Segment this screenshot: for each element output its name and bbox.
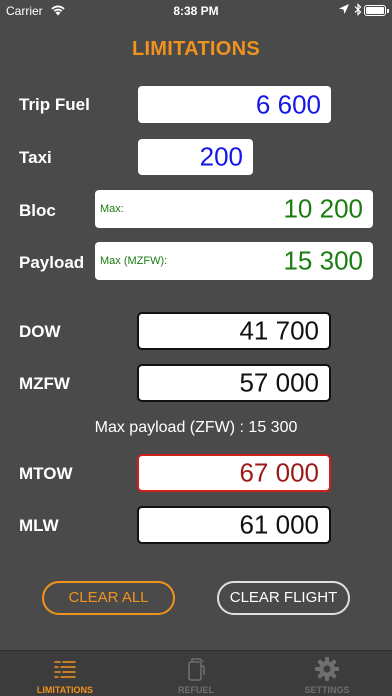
taxi-label: Taxi bbox=[19, 148, 52, 167]
bluetooth-icon bbox=[354, 3, 362, 16]
trip-fuel-value: 6 600 bbox=[255, 89, 321, 119]
clear-all-button[interactable]: CLEAR ALL bbox=[42, 581, 175, 615]
battery-icon bbox=[364, 5, 389, 16]
tab-limitations[interactable]: LIMITATIONS bbox=[0, 651, 130, 696]
mtow-value: 67 000 bbox=[239, 457, 319, 488]
tab-limitations-label: LIMITATIONS bbox=[36, 685, 94, 695]
bloc-field: Max: 10 200 bbox=[95, 190, 373, 228]
payload-field: Max (MZFW): 15 300 bbox=[95, 242, 373, 280]
bloc-label: Bloc bbox=[19, 201, 56, 220]
tab-settings-label: SETTINGS bbox=[304, 685, 350, 695]
mzfw-label: MZFW bbox=[19, 374, 70, 393]
bloc-max-label: Max: bbox=[100, 203, 124, 215]
taxi-value: 200 bbox=[199, 141, 243, 172]
payload-max-label: Max (MZFW): bbox=[100, 255, 168, 267]
mlw-field[interactable]: 61 000 bbox=[137, 506, 331, 544]
trip-fuel-label: Trip Fuel bbox=[19, 95, 90, 114]
tab-refuel[interactable]: REFUEL bbox=[131, 651, 261, 696]
mlw-value: 61 000 bbox=[239, 509, 319, 540]
mtow-label: MTOW bbox=[19, 464, 73, 483]
status-bar: Carrier 8:38 PM bbox=[0, 0, 392, 22]
mzfw-field[interactable]: 57 000 bbox=[137, 364, 331, 402]
mtow-field[interactable]: 67 000 bbox=[137, 454, 331, 492]
trip-fuel-field[interactable]: 6 600 bbox=[138, 86, 331, 123]
mlw-label: MLW bbox=[19, 516, 59, 535]
taxi-field[interactable]: 200 bbox=[138, 139, 253, 175]
payload-label: Payload bbox=[19, 253, 85, 272]
dow-label: DOW bbox=[19, 322, 61, 341]
payload-value: 15 300 bbox=[283, 245, 363, 276]
status-time: 8:38 PM bbox=[173, 4, 219, 18]
bloc-value: 10 200 bbox=[283, 193, 363, 224]
tab-refuel-label: REFUEL bbox=[178, 685, 214, 695]
tab-bar: LIMITATIONS REFUEL SETTINGS bbox=[0, 650, 392, 696]
clear-flight-button[interactable]: CLEAR FLIGHT bbox=[217, 581, 350, 615]
max-payload-info: Max payload (ZFW) : 15 300 bbox=[94, 419, 298, 436]
limitations-list-icon bbox=[54, 661, 76, 678]
fuel-can-icon bbox=[188, 658, 205, 681]
gear-icon bbox=[315, 657, 339, 681]
tab-settings[interactable]: SETTINGS bbox=[262, 651, 392, 696]
dow-value: 41 700 bbox=[239, 315, 319, 346]
page-title: LIMITATIONS bbox=[131, 38, 261, 60]
mzfw-value: 57 000 bbox=[239, 367, 319, 398]
location-arrow-icon bbox=[339, 4, 349, 14]
dow-field[interactable]: 41 700 bbox=[137, 312, 331, 350]
